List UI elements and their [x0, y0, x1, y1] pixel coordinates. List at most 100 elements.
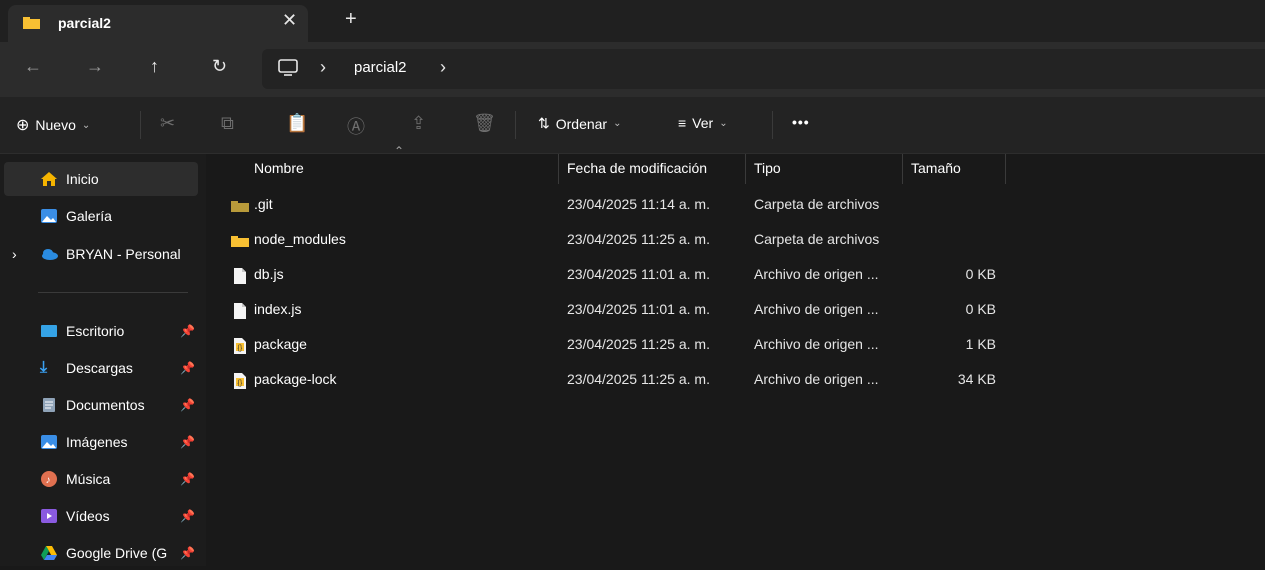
sidebar-item-documentos[interactable]: Documentos 📌	[0, 388, 200, 422]
file-date: 23/04/2025 11:25 a. m.	[567, 231, 710, 247]
sidebar-item-label: Imágenes	[66, 434, 128, 450]
new-button-label: Nuevo	[35, 117, 76, 133]
sidebar-item-descargas[interactable]: ⤓ Descargas 📌	[0, 351, 200, 385]
divider	[515, 111, 516, 139]
paste-icon[interactable]: 📋	[286, 113, 308, 134]
sidebar-item-label: Música	[66, 471, 111, 487]
forward-arrow-icon[interactable]: →	[86, 56, 104, 77]
file-name: package	[254, 336, 307, 352]
sidebar-item-google-drive[interactable]: Google Drive (G 📌	[0, 536, 200, 570]
more-options-icon[interactable]: •••	[792, 114, 810, 130]
sidebar-item-escritorio[interactable]: Escritorio 📌	[0, 314, 200, 348]
file-row-package[interactable]: {} package 23/04/2025 11:25 a. m. Archiv…	[206, 328, 1265, 363]
svg-text:{}: {}	[238, 345, 243, 352]
sort-button[interactable]: ⇅ Ordenar ⌄	[538, 115, 621, 132]
file-type: Archivo de origen ...	[754, 371, 879, 387]
pin-icon[interactable]: 📌	[180, 472, 195, 486]
desktop-icon	[41, 325, 57, 337]
file-name: index.js	[254, 301, 302, 317]
chevron-down-icon: ⌄	[719, 117, 728, 129]
sidebar-item-inicio[interactable]: Inicio	[4, 162, 198, 196]
json-file-icon: {}	[234, 338, 246, 354]
sidebar-item-videos[interactable]: Vídeos 📌	[0, 499, 200, 533]
pin-icon[interactable]: 📌	[180, 509, 195, 523]
file-name: .git	[254, 196, 273, 212]
file-row-git[interactable]: .git 23/04/2025 11:14 a. m. Carpeta de a…	[206, 188, 1265, 223]
column-divider[interactable]	[745, 154, 746, 184]
pin-icon[interactable]: 📌	[180, 435, 195, 449]
sidebar-item-label: Galería	[66, 208, 112, 224]
column-header-date[interactable]: Fecha de modificación	[567, 160, 707, 184]
sidebar-divider	[38, 292, 188, 293]
file-row-node-modules[interactable]: node_modules 23/04/2025 11:25 a. m. Carp…	[206, 223, 1265, 258]
folder-icon	[23, 17, 40, 29]
sidebar-item-label: Inicio	[66, 171, 99, 187]
tab-parcial2[interactable]: parcial2 ✕	[8, 5, 308, 42]
file-name: db.js	[254, 266, 284, 282]
download-icon: ⤓	[40, 359, 48, 376]
view-button[interactable]: ≡ Ver ⌄	[678, 115, 728, 131]
share-icon[interactable]: ⇪	[411, 113, 426, 134]
up-arrow-icon[interactable]: ↑	[150, 56, 159, 77]
cut-icon[interactable]: ✂	[160, 113, 175, 134]
chevron-down-icon: ⌄	[81, 119, 91, 131]
address-bar[interactable]: › parcial2 ›	[262, 49, 1265, 89]
refresh-icon[interactable]: ↻	[212, 56, 227, 77]
breadcrumb-parcial2[interactable]: parcial2	[354, 59, 407, 76]
folder-icon	[231, 236, 249, 247]
column-divider[interactable]	[902, 154, 903, 184]
pin-icon[interactable]: 📌	[180, 361, 195, 375]
chevron-right-icon[interactable]: ›	[440, 57, 446, 78]
file-row-db-js[interactable]: db.js 23/04/2025 11:01 a. m. Archivo de …	[206, 258, 1265, 293]
column-header-type[interactable]: Tipo	[754, 160, 781, 184]
folder-dark-icon	[231, 201, 249, 212]
divider	[140, 111, 141, 139]
svg-text:{}: {}	[238, 380, 243, 387]
pin-icon[interactable]: 📌	[180, 398, 195, 412]
sidebar-item-label: Vídeos	[66, 508, 110, 524]
sidebar-item-galeria[interactable]: Galería	[0, 199, 200, 233]
back-arrow-icon[interactable]: ←	[24, 56, 42, 77]
close-tab-icon[interactable]: ✕	[282, 10, 297, 31]
file-row-package-lock[interactable]: {} package-lock 23/04/2025 11:25 a. m. A…	[206, 363, 1265, 398]
file-date: 23/04/2025 11:25 a. m.	[567, 336, 710, 352]
chevron-down-icon: ⌄	[613, 118, 622, 129]
svg-text:♪: ♪	[46, 475, 51, 486]
videos-icon	[41, 509, 57, 523]
column-divider[interactable]	[558, 154, 559, 184]
delete-icon[interactable]: 🗑	[473, 113, 496, 134]
sidebar-item-label: Documentos	[66, 397, 145, 413]
sidebar-item-imagenes[interactable]: Imágenes 📌	[0, 425, 200, 459]
sidebar-item-label: Escritorio	[66, 323, 125, 339]
file-type: Archivo de origen ...	[754, 336, 879, 352]
pin-icon[interactable]: 📌	[180, 546, 195, 560]
title-bar: parcial2 ✕ +	[0, 0, 1265, 42]
file-type: Archivo de origen ...	[754, 301, 879, 317]
home-icon	[41, 172, 57, 186]
sidebar: Inicio Galería › BRYAN - Personal Escrit…	[0, 154, 206, 566]
column-header-name[interactable]: Nombre	[254, 160, 304, 184]
pictures-icon	[41, 435, 57, 449]
sort-icon: ⇅	[538, 115, 550, 131]
sidebar-item-label: BRYAN - Personal	[66, 246, 181, 262]
rename-icon[interactable]: Ⓐ	[347, 113, 365, 139]
sidebar-item-musica[interactable]: ♪ Música 📌	[0, 462, 200, 496]
copy-icon[interactable]: ⧉	[221, 113, 234, 134]
file-date: 23/04/2025 11:25 a. m.	[567, 371, 710, 387]
chevron-right-icon[interactable]: ›	[320, 57, 326, 78]
file-size: 1 KB	[965, 336, 996, 352]
column-header-size[interactable]: Tamaño	[911, 160, 961, 184]
sidebar-item-onedrive[interactable]: › BRYAN - Personal	[0, 237, 200, 271]
new-tab-button[interactable]: +	[345, 8, 357, 31]
chevron-right-icon[interactable]: ›	[12, 246, 17, 262]
file-row-index-js[interactable]: index.js 23/04/2025 11:01 a. m. Archivo …	[206, 293, 1265, 328]
file-icon	[234, 268, 246, 284]
pin-icon[interactable]: 📌	[180, 324, 195, 338]
file-list: Nombre ⌃ Fecha de modificación Tipo Tama…	[206, 144, 1265, 566]
file-date: 23/04/2025 11:01 a. m.	[567, 301, 710, 317]
new-button[interactable]: ⊕ Nuevo ⌄	[16, 115, 90, 135]
plus-circle-icon: ⊕	[16, 117, 30, 134]
tab-title: parcial2	[58, 15, 111, 31]
column-divider[interactable]	[1005, 154, 1006, 184]
address-row: ← → ↑ ↻ › parcial2 ›	[0, 42, 1265, 97]
